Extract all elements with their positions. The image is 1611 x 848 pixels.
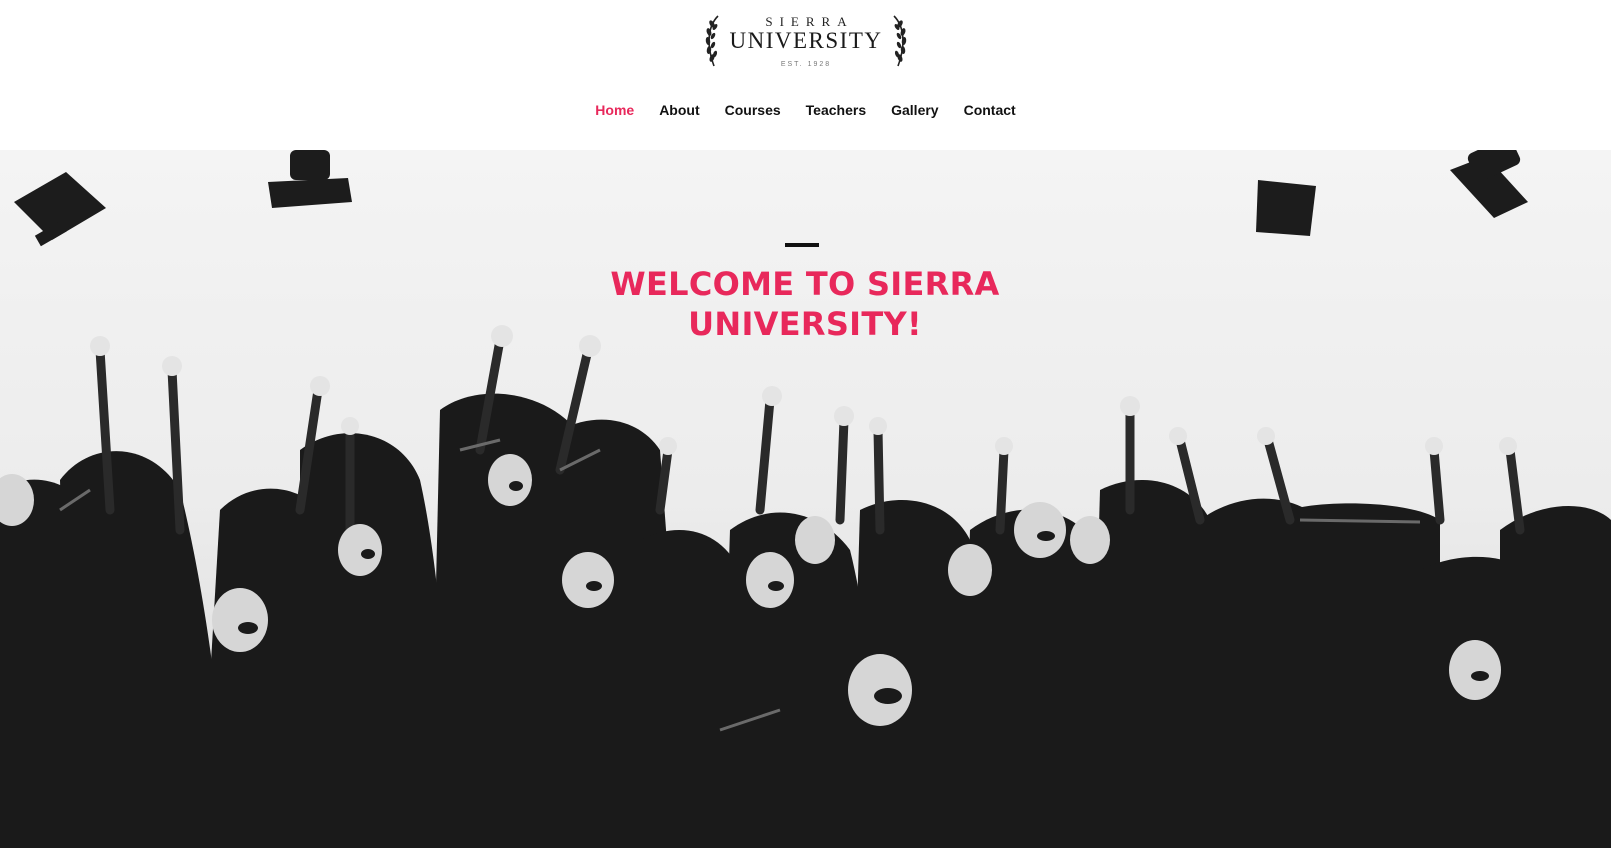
main-navigation: Home About Courses Teachers Gallery Cont…: [0, 100, 1611, 122]
nav-item-about[interactable]: About: [659, 100, 699, 122]
nav-item-courses[interactable]: Courses: [725, 100, 781, 122]
hero-section: WELCOME TO SIERRA UNIVERSITY!: [0, 150, 1611, 848]
page: SIERRA UNIVERSITY EST. 1928 Home About C…: [0, 0, 1611, 848]
hero-graduation-photo: [0, 150, 1611, 848]
site-header: SIERRA UNIVERSITY EST. 1928 Home About C…: [0, 0, 1611, 150]
logo-established-text: EST. 1928: [780, 61, 832, 68]
nav-item-home[interactable]: Home: [595, 100, 634, 122]
laurel-left-icon: [705, 15, 719, 67]
nav-item-contact[interactable]: Contact: [964, 100, 1016, 122]
nav-item-teachers[interactable]: Teachers: [806, 100, 866, 122]
site-logo[interactable]: SIERRA UNIVERSITY EST. 1928: [704, 10, 908, 74]
hero-divider: [785, 243, 819, 247]
laurel-right-icon: [893, 15, 907, 67]
hero-title: WELCOME TO SIERRA UNIVERSITY!: [610, 265, 1000, 343]
nav-item-gallery[interactable]: Gallery: [891, 100, 938, 122]
logo-main-text: UNIVERSITY: [729, 28, 883, 53]
